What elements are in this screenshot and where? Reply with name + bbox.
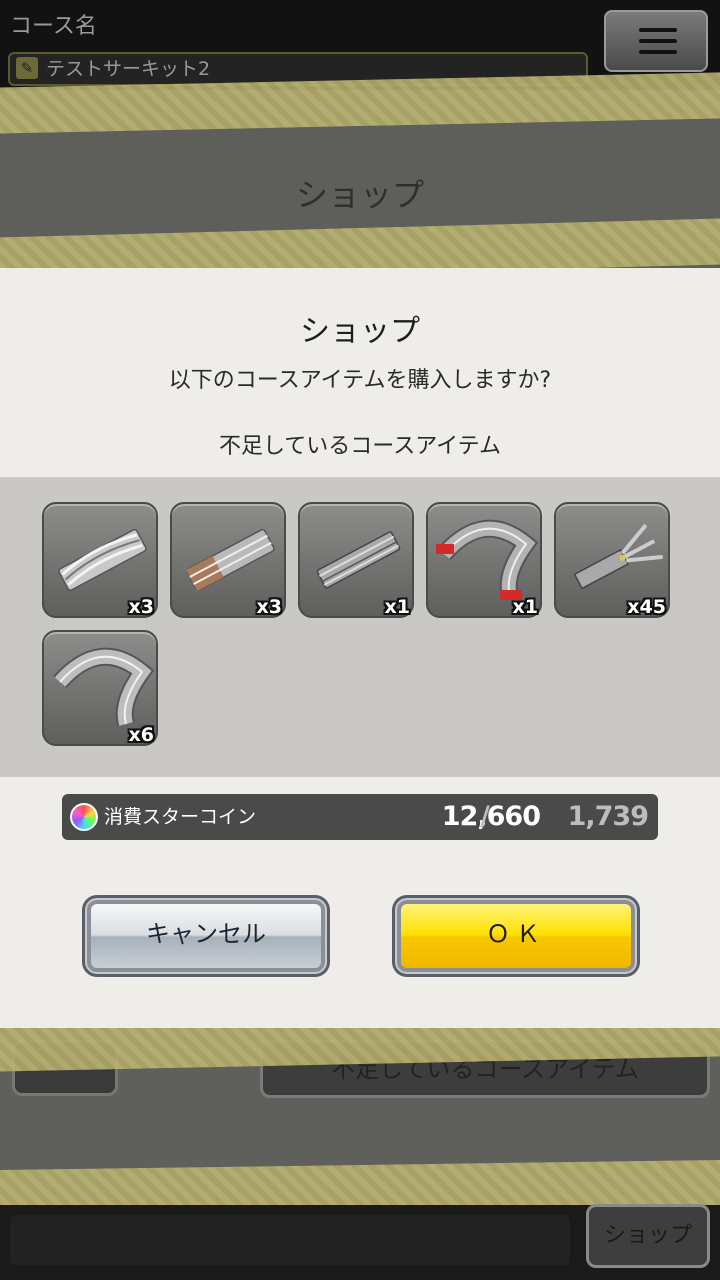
star-coin-separator: /	[480, 801, 490, 832]
missing-items-label: 不足しているコースアイテム	[218, 434, 502, 459]
menu-icon-bar	[639, 28, 677, 32]
course-name-label: コース名	[10, 14, 97, 39]
straight-ramp-track-icon	[58, 528, 147, 591]
star-coin-balance: 1,739	[567, 801, 649, 832]
pencil-icon: ✎	[16, 57, 38, 79]
item-quantity: x45	[627, 596, 666, 618]
missing-items-grid: x3 x3 x1 x1 x45 x6	[0, 477, 720, 777]
item-quantity: x3	[128, 596, 154, 618]
course-item[interactable]: x6	[42, 630, 158, 746]
ok-button[interactable]: ＯＫ	[395, 898, 637, 974]
item-quantity: x6	[128, 724, 154, 746]
course-item[interactable]: x3	[42, 502, 158, 618]
shop-dialog: ショップ 以下のコースアイテムを購入しますか? 不足しているコースアイテム x3	[0, 268, 720, 1028]
item-quantity: x1	[384, 596, 410, 618]
background-shop-button: ショップ	[586, 1204, 710, 1268]
cancel-button[interactable]: キャンセル	[85, 898, 327, 974]
lane-change-track-icon	[573, 523, 663, 590]
background-shop-title: ショップ	[295, 176, 424, 214]
background-footer-field	[10, 1215, 570, 1265]
course-item[interactable]: x3	[170, 502, 286, 618]
item-quantity: x1	[512, 596, 538, 618]
course-item[interactable]: x1	[298, 502, 414, 618]
star-coin-cost-bar: 消費スターコイン 12,660 / 1,739	[62, 794, 658, 840]
curve-track-red-icon	[436, 519, 538, 600]
star-coin-cost: 12,660	[441, 801, 541, 832]
menu-icon-bar	[639, 50, 677, 54]
straight-track-icon	[316, 531, 401, 589]
menu-button	[604, 10, 708, 72]
star-coin-icon	[70, 803, 98, 831]
course-item[interactable]: x1	[426, 502, 542, 618]
item-quantity: x3	[256, 596, 282, 618]
straight-slope-track-icon	[185, 528, 275, 592]
dialog-question: 以下のコースアイテムを購入しますか?	[168, 368, 552, 393]
course-item[interactable]: x45	[554, 502, 670, 618]
star-coin-label: 消費スターコイン	[104, 806, 257, 828]
dialog-title: ショップ	[300, 314, 420, 349]
curve-track-icon	[53, 647, 154, 727]
menu-icon-bar	[639, 39, 677, 43]
course-name-value: テストサーキット2	[46, 58, 211, 80]
